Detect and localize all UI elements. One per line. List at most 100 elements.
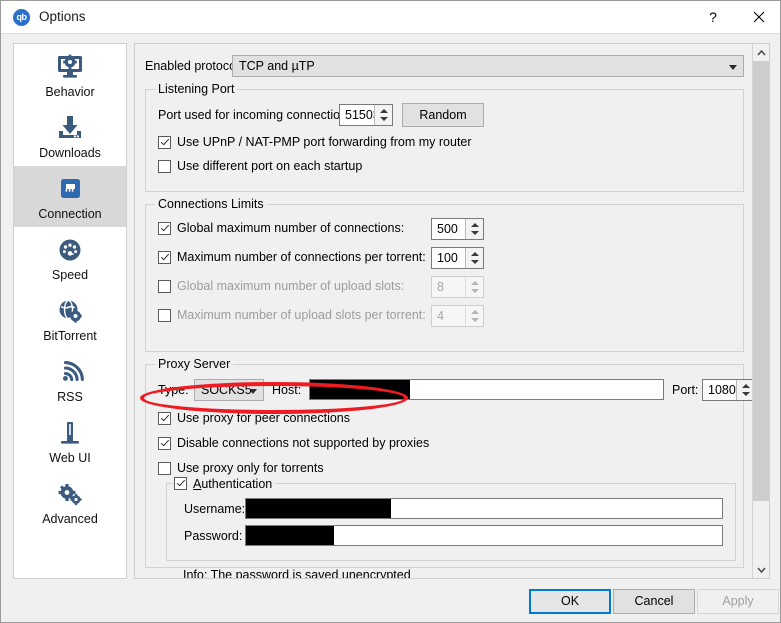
global-max-upload-slots-checkbox[interactable]: Global maximum number of upload slots:	[158, 279, 404, 293]
proxy-type-value: SOCKS5	[201, 383, 252, 397]
sidebar-item-rss[interactable]: RSS	[14, 349, 126, 410]
checkbox-box	[174, 477, 187, 491]
proxy-authentication-title-row[interactable]: Authentication	[174, 476, 276, 491]
enabled-protocol-value: TCP and µTP	[239, 59, 315, 73]
global-max-upload-slots-label: Global maximum number of upload slots:	[177, 279, 405, 293]
speedometer-icon	[14, 233, 126, 267]
connections-limits-group: Connections Limits Global maximum number…	[145, 197, 744, 352]
sidebar-item-label: RSS	[57, 390, 83, 404]
connections-limits-title: Connections Limits	[155, 197, 267, 211]
max-upload-slots-per-torrent-spinner: 4	[431, 305, 484, 327]
authentication-label: Authentication	[193, 476, 273, 491]
sidebar-item-web-ui[interactable]: Web UI	[14, 410, 126, 471]
window-title: Options	[39, 9, 86, 24]
proxy-port-value: 1080	[708, 383, 736, 397]
rss-feed-icon	[14, 355, 126, 389]
scrollbar-thumb[interactable]	[753, 61, 769, 501]
redacted-host-value	[310, 380, 410, 399]
checkbox-box	[158, 308, 171, 322]
enabled-protocol-select[interactable]: TCP and µTP	[232, 55, 744, 77]
global-max-connections-spinner[interactable]: 500	[431, 218, 484, 240]
sidebar-item-connection[interactable]: Connection	[14, 166, 126, 227]
settings-category-list[interactable]: Behavior Downloads Connection Speed BitT…	[13, 43, 127, 579]
different-port-label: Use different port on each startup	[177, 159, 363, 173]
help-button[interactable]: ?	[690, 1, 736, 33]
close-icon	[753, 11, 765, 23]
connection-settings-panel: Enabled protocol: TCP and µTP Listening …	[134, 43, 770, 579]
checkbox-box	[158, 221, 171, 235]
global-max-connections-label: Global maximum number of connections:	[177, 221, 405, 235]
disable-unsupported-connections-checkbox[interactable]: Disable connections not supported by pro…	[158, 436, 429, 450]
max-connections-per-torrent-checkbox[interactable]: Maximum number of connections per torren…	[158, 250, 426, 264]
sidebar-item-advanced[interactable]: Advanced	[14, 471, 126, 532]
max-upload-slots-per-torrent-checkbox[interactable]: Maximum number of upload slots per torre…	[158, 308, 426, 322]
disable-unsupported-connections-label: Disable connections not supported by pro…	[177, 436, 430, 450]
use-proxy-only-for-torrents-checkbox[interactable]: Use proxy only for torrents	[158, 461, 324, 475]
server-rack-icon	[14, 416, 126, 450]
chevron-down-icon	[729, 65, 737, 70]
spinner-buttons[interactable]	[465, 219, 483, 239]
sidebar-item-label: Speed	[51, 268, 89, 282]
settings-vertical-scrollbar[interactable]	[752, 44, 769, 578]
spinner-buttons	[465, 277, 483, 297]
proxy-host-label: Host:	[272, 383, 302, 397]
sidebar-item-label: Behavior	[45, 85, 95, 99]
listening-port-title: Listening Port	[155, 82, 238, 96]
checkbox-box	[158, 250, 171, 264]
proxy-host-input[interactable]	[309, 379, 664, 400]
checkbox-box	[158, 436, 171, 450]
close-button[interactable]	[736, 1, 780, 33]
cancel-button[interactable]: Cancel	[613, 589, 695, 614]
max-connections-per-torrent-spinner[interactable]: 100	[431, 247, 484, 269]
authentication-checkbox[interactable]: Authentication	[174, 477, 272, 491]
password-label: Password:	[184, 529, 243, 543]
redacted-username-value	[246, 499, 391, 518]
title-bar: qb Options ?	[1, 1, 780, 34]
different-port-checkbox[interactable]: Use different port on each startup	[158, 159, 362, 173]
global-max-upload-slots-value: 8	[437, 280, 444, 294]
proxy-type-select[interactable]: SOCKS5	[194, 379, 264, 401]
sidebar-item-bittorrent[interactable]: BitTorrent	[14, 288, 126, 349]
proxy-port-label: Port:	[672, 383, 699, 397]
incoming-port-spinner[interactable]: 51503	[339, 104, 393, 126]
ok-button[interactable]: OK	[529, 589, 611, 614]
question-mark-icon: ?	[709, 9, 717, 25]
upnp-checkbox[interactable]: Use UPnP / NAT-PMP port forwarding from …	[158, 135, 472, 149]
sidebar-item-label: Advanced	[42, 512, 98, 526]
checkbox-box	[158, 461, 171, 475]
upnp-label: Use UPnP / NAT-PMP port forwarding from …	[177, 135, 472, 149]
max-connections-per-torrent-value: 100	[437, 251, 458, 265]
sidebar-item-label: Web UI	[49, 451, 91, 465]
proxy-port-spinner[interactable]: 1080	[702, 379, 755, 401]
scroll-down-arrow-icon[interactable]	[753, 561, 769, 578]
sidebar-item-downloads[interactable]: Downloads	[14, 105, 126, 166]
spinner-buttons[interactable]	[465, 248, 483, 268]
max-connections-per-torrent-label: Maximum number of connections per torren…	[177, 250, 426, 264]
spinner-buttons	[465, 306, 483, 326]
network-port-icon	[14, 172, 126, 206]
sidebar-item-behavior[interactable]: Behavior	[14, 44, 126, 105]
proxy-authentication-group: Authentication Username: Password:	[166, 476, 736, 561]
listening-port-group: Listening Port Port used for incoming co…	[145, 82, 744, 192]
redacted-password-value	[246, 526, 334, 545]
sidebar-item-label: BitTorrent	[43, 329, 97, 343]
options-window: qb Options ? Behavior Downloads Connecti…	[0, 0, 781, 623]
username-input[interactable]	[245, 498, 723, 519]
use-proxy-only-for-torrents-label: Use proxy only for torrents	[177, 461, 324, 475]
checkbox-box	[158, 135, 171, 149]
password-input[interactable]	[245, 525, 723, 546]
download-arrow-icon	[14, 111, 126, 145]
scroll-up-arrow-icon[interactable]	[753, 44, 769, 61]
global-max-connections-value: 500	[437, 222, 458, 236]
proxy-server-group: Proxy Server Type: SOCKS5 Host: Port: 10…	[145, 357, 755, 578]
enabled-protocol-label: Enabled protocol:	[145, 59, 243, 73]
sidebar-item-speed[interactable]: Speed	[14, 227, 126, 288]
global-max-connections-checkbox[interactable]: Global maximum number of connections:	[158, 221, 404, 235]
scrollbar-track[interactable]	[753, 61, 769, 561]
use-proxy-for-peer-connections-checkbox[interactable]: Use proxy for peer connections	[158, 411, 350, 425]
incoming-port-label: Port used for incoming connections:	[158, 108, 357, 122]
random-port-button[interactable]: Random	[402, 103, 484, 127]
username-label: Username:	[184, 502, 246, 516]
spinner-buttons[interactable]	[374, 105, 392, 125]
monitor-gear-icon	[14, 50, 126, 84]
